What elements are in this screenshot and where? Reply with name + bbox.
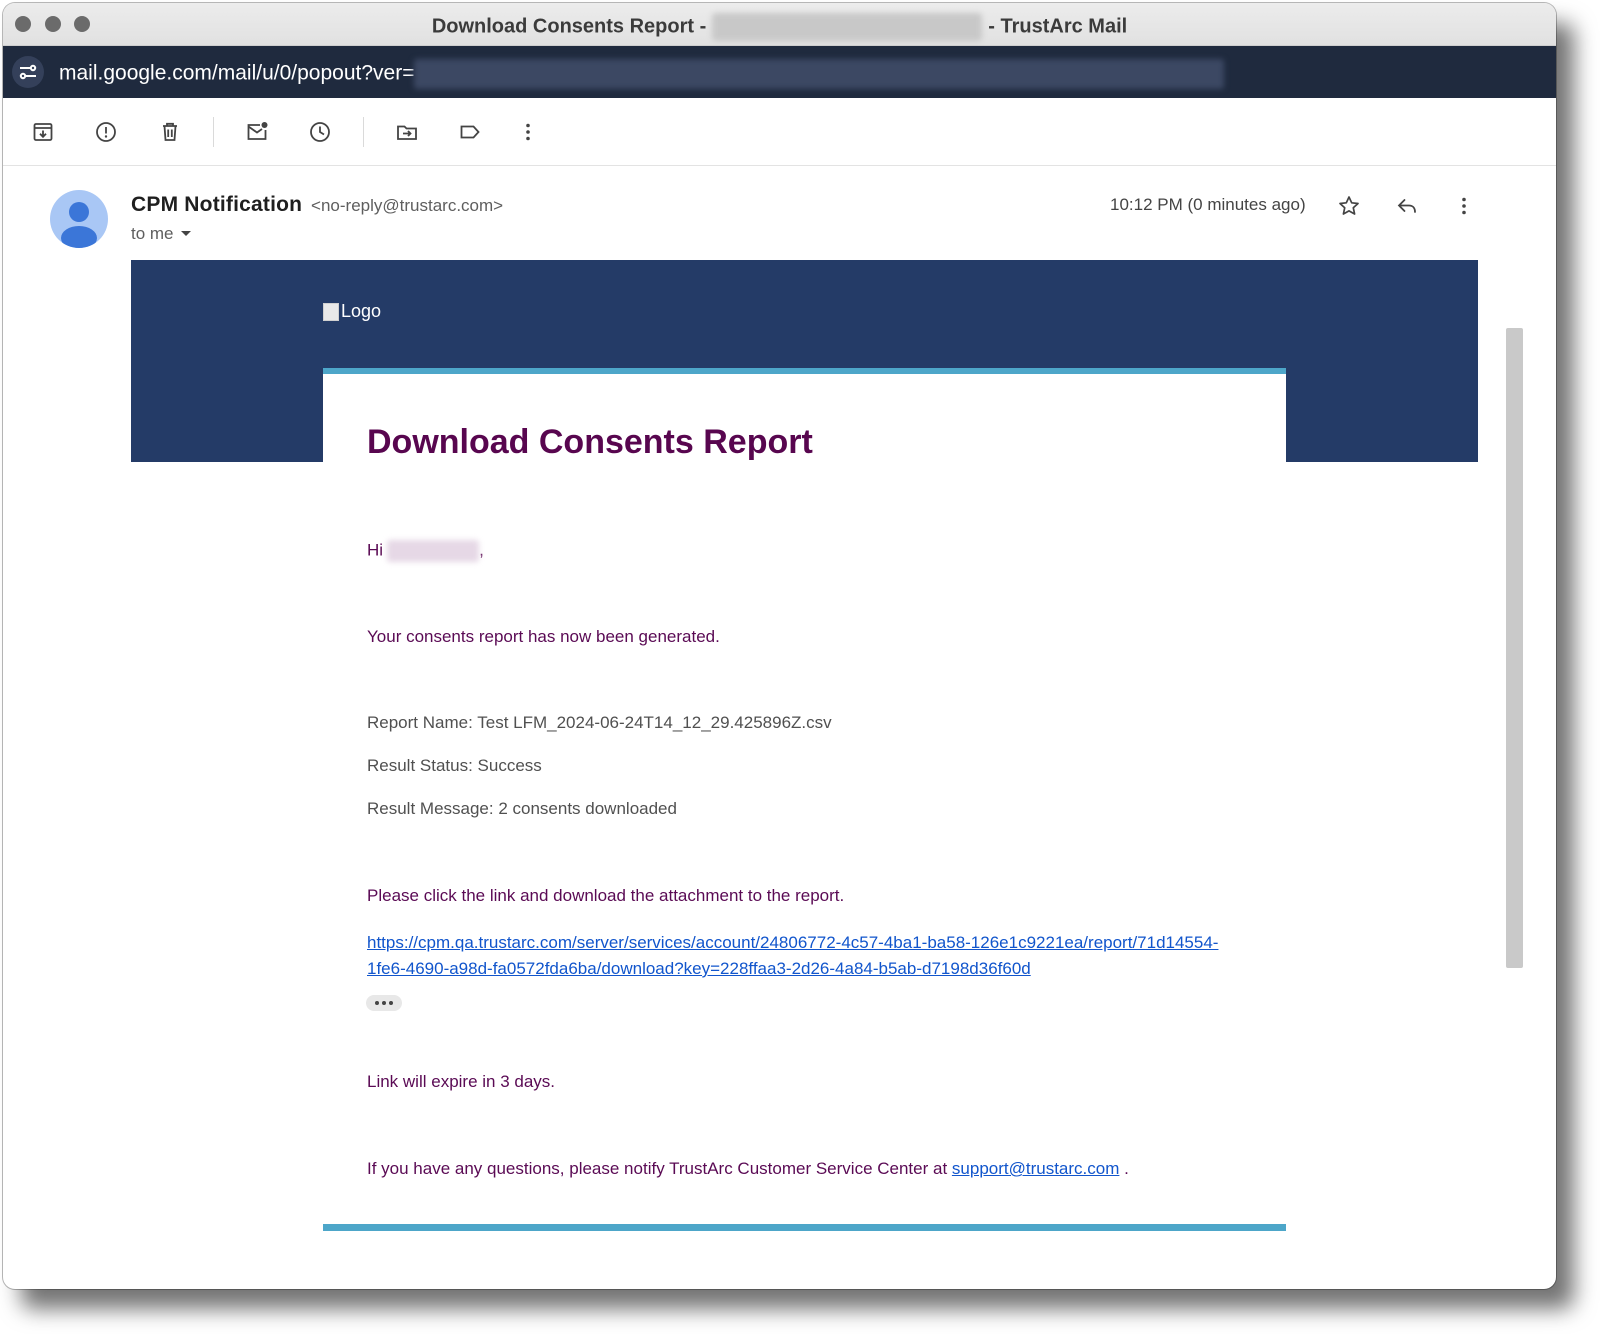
snooze-icon [310, 122, 330, 142]
archive-button[interactable] [26, 115, 60, 149]
download-link-line2: 1fe6-4690-a98d-fa0572fda6ba/download?key… [367, 959, 1031, 978]
title-bar: Download Consents Report - - TrustArc Mai… [3, 3, 1556, 46]
redacted-name [387, 540, 480, 562]
snooze-button[interactable] [303, 115, 337, 149]
mail-popout-window: Download Consents Report - - TrustArc Mai… [3, 3, 1556, 1289]
chevron-down-icon [180, 231, 191, 236]
broken-image-icon [323, 302, 339, 321]
email-heading: Download Consents Report [367, 423, 813, 461]
generated-text: Your consents report has now been genera… [367, 627, 720, 646]
more-options-button[interactable] [511, 115, 545, 149]
url-value: mail.google.com/mail/u/0/popout?ver= [59, 61, 415, 85]
questions-body: If you have any questions, please notify… [367, 1159, 948, 1178]
download-link[interactable]: https://cpm.qa.trustarc.com/server/servi… [367, 933, 1218, 978]
download-link-block: https://cpm.qa.trustarc.com/server/servi… [367, 930, 1218, 982]
address-bar: mail.google.com/mail/u/0/popout?ver= [3, 46, 1556, 98]
redacted-recipient [712, 13, 983, 41]
greeting-end: , [479, 540, 484, 560]
toolbar-divider [363, 117, 364, 147]
message-timestamp: 10:12 PM (0 minutes ago) [1110, 195, 1306, 214]
expire-text: Link will expire in 3 days. [367, 1072, 556, 1091]
questions-end: . [1124, 1159, 1129, 1178]
url-text[interactable]: mail.google.com/mail/u/0/popout?ver= [59, 59, 1225, 89]
support-email-link[interactable]: support@trustarc.com [952, 1159, 1119, 1178]
mark-unread-icon [247, 122, 268, 140]
window-title: Download Consents Report - - TrustArc Mai… [3, 13, 1556, 41]
click-instruction: Please click the link and download the a… [367, 886, 845, 905]
message-more-button[interactable] [1449, 191, 1479, 221]
scrollbar-thumb[interactable] [1506, 328, 1523, 968]
logo-alt-text: Logo [341, 301, 382, 321]
sender-line: CPM Notification <no-reply@trustarc.com> [131, 193, 503, 217]
person-icon [61, 202, 97, 248]
questions-text: If you have any questions, please notify… [367, 1159, 1129, 1179]
sender-avatar[interactable] [50, 190, 108, 248]
report-spam-button[interactable] [89, 115, 123, 149]
report-name: Report Name: Test LFM_2024-06-24T14_12_2… [367, 713, 832, 732]
star-button[interactable] [1334, 191, 1364, 221]
star-icon [1339, 196, 1359, 215]
message-toolbar [3, 99, 1556, 166]
move-to-button[interactable] [390, 115, 424, 149]
label-icon [460, 125, 480, 139]
more-vert-icon [526, 123, 530, 141]
result-status: Result Status: Success [367, 756, 542, 775]
recipient-details-toggle[interactable]: to me [131, 224, 192, 244]
logo-image: Logo [323, 301, 381, 322]
show-trimmed-content-button[interactable] [366, 995, 402, 1011]
reply-button[interactable] [1392, 191, 1422, 221]
recipient-label: to me [131, 224, 174, 243]
archive-icon [33, 123, 53, 141]
toolbar-divider [213, 117, 214, 147]
window-title-suffix: - TrustArc Mail [988, 15, 1128, 38]
redacted-url-params [414, 59, 1225, 89]
greeting: Hi, [367, 540, 484, 562]
sender-name[interactable]: CPM Notification [131, 193, 302, 216]
more-vert-icon [1462, 197, 1466, 215]
site-settings-icon[interactable] [12, 56, 44, 88]
move-to-icon [397, 125, 417, 140]
delete-button[interactable] [153, 115, 187, 149]
mark-unread-button[interactable] [240, 115, 274, 149]
reply-icon [1397, 199, 1416, 213]
label-button[interactable] [453, 115, 487, 149]
download-link-line1: https://cpm.qa.trustarc.com/server/servi… [367, 933, 1219, 952]
accent-bar-bottom [323, 1224, 1286, 1231]
delete-icon [163, 122, 177, 141]
report-spam-icon [96, 122, 116, 142]
result-message: Result Message: 2 consents downloaded [367, 799, 677, 818]
sender-email: <no-reply@trustarc.com> [311, 196, 504, 215]
greeting-text: Hi [367, 540, 384, 560]
window-title-prefix: Download Consents Report - [431, 15, 707, 38]
